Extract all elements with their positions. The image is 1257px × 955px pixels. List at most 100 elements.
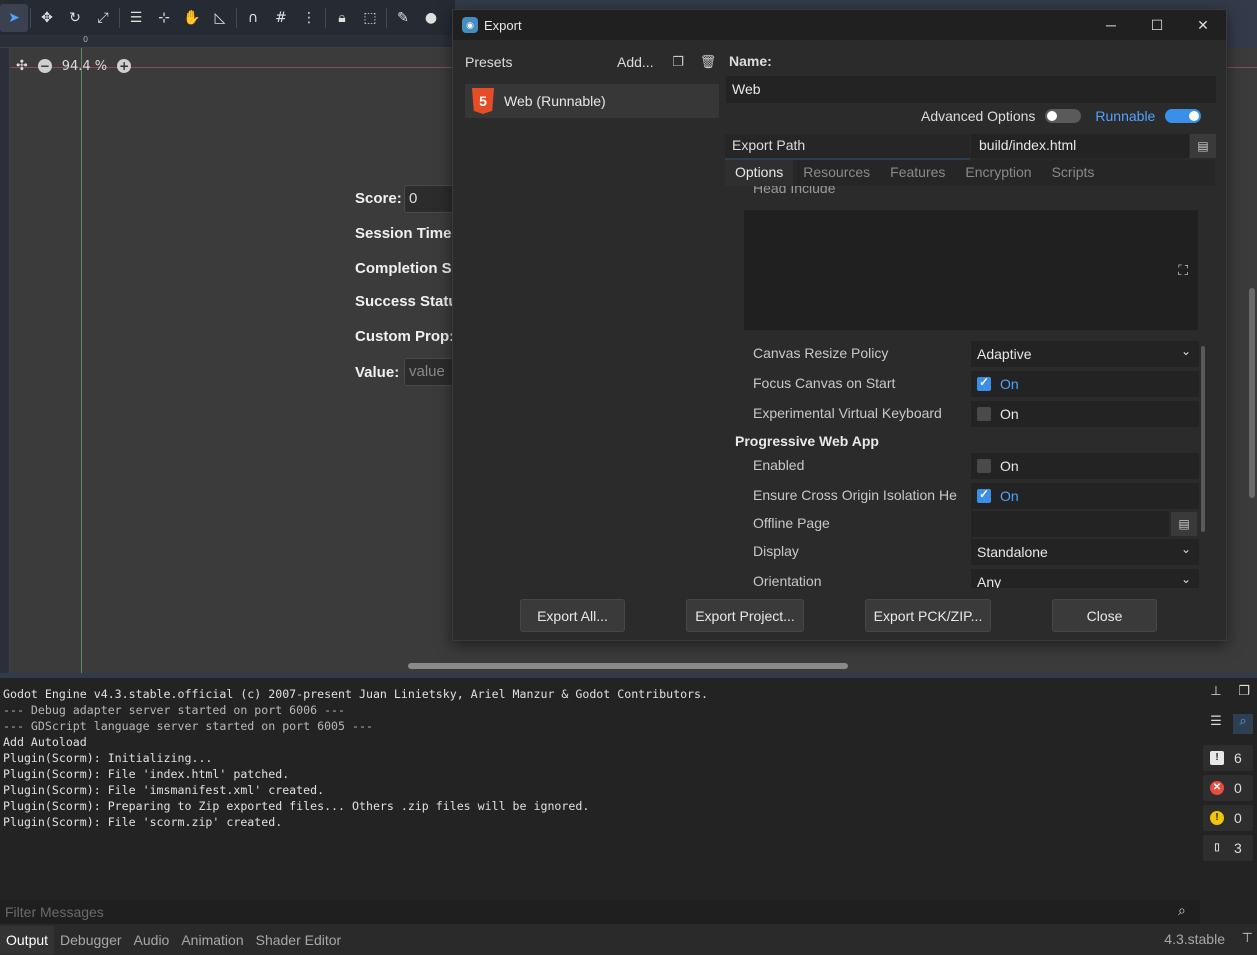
duplicate-icon[interactable]: ❐ <box>669 55 687 73</box>
close-window-button[interactable]: ✕ <box>1180 10 1226 40</box>
pwa-enabled-checkbox[interactable]: On <box>971 453 1199 479</box>
offline-page-input[interactable] <box>971 511 1169 537</box>
folder-icon[interactable]: ▤ <box>1171 512 1197 536</box>
copy-icon[interactable]: ❐ <box>1234 684 1254 704</box>
search-icon[interactable]: ⌕ <box>1178 903 1243 919</box>
collapse-icon[interactable]: ☰ <box>1206 714 1226 734</box>
advanced-options-label: Advanced Options <box>921 108 1036 124</box>
toolbar-separator <box>325 7 326 28</box>
orientation-label: Orientation <box>753 573 822 588</box>
tab-features[interactable]: Features <box>880 160 955 186</box>
move-icon[interactable]: ✥ <box>33 4 61 32</box>
virtual-keyboard-checkbox[interactable]: On <box>971 401 1199 427</box>
maximize-button[interactable]: ☐ <box>1134 10 1180 40</box>
expand-icon[interactable]: ⛶ <box>1178 262 1188 279</box>
close-button[interactable]: Close <box>1052 599 1157 632</box>
output-log[interactable]: Godot Engine v4.3.stable.official (c) 20… <box>3 686 708 830</box>
vertical-ruler[interactable] <box>0 48 10 673</box>
export-path-input[interactable]: build/index.html <box>971 134 1189 158</box>
dialog-title: Export <box>484 17 522 33</box>
name-input[interactable]: Web <box>726 76 1216 103</box>
tab-animation[interactable]: Animation <box>175 926 249 954</box>
canvas-resize-policy-select[interactable]: Adaptive ⌄ <box>971 341 1199 367</box>
viewport-vertical-scrollbar[interactable] <box>1249 288 1255 498</box>
minimize-button[interactable]: ─ <box>1088 10 1134 40</box>
ruler-icon[interactable]: ◺ <box>206 4 234 32</box>
warnings-count: 0 <box>1234 810 1242 826</box>
checkbox-checked-icon <box>977 487 991 503</box>
export-all-button[interactable]: Export All... <box>520 599 625 632</box>
runnable-toggle[interactable] <box>1165 109 1202 123</box>
canvas-resize-policy-value: Adaptive <box>977 346 1032 362</box>
editor-messages-filter[interactable]: ▯ 3 <box>1203 835 1253 861</box>
presets-heading: Presets <box>465 54 513 70</box>
lock-icon[interactable]: 🔒︎ <box>328 4 356 32</box>
success-status-label: Success Statu <box>355 293 458 310</box>
chevron-down-icon: ⌄ <box>1180 542 1191 556</box>
smart-snap-icon[interactable]: ∩ <box>239 4 267 32</box>
horizontal-ruler[interactable]: 0 <box>0 35 455 48</box>
pwa-enabled-row: Enabled On <box>725 452 1203 480</box>
y-axis-line <box>81 48 82 673</box>
display-select[interactable]: Standalone ⌄ <box>971 539 1199 565</box>
tab-audio[interactable]: Audio <box>128 926 176 954</box>
zoom-out-icon[interactable]: − <box>37 59 52 73</box>
pwa-section-heading[interactable]: Progressive Web App <box>735 433 879 449</box>
filter-messages-input[interactable]: Filter Messages <box>0 900 1200 924</box>
log-line: Add Autoload <box>3 735 87 749</box>
group-icon[interactable]: ⬚ <box>356 4 384 32</box>
error-icon: ✕ <box>1210 781 1224 795</box>
select-icon[interactable]: ➤ <box>0 3 28 32</box>
cross-origin-checkbox[interactable]: On <box>971 483 1199 509</box>
tab-resources[interactable]: Resources <box>793 160 880 186</box>
version-label[interactable]: 4.3.stable <box>1164 931 1225 947</box>
tab-shader-editor[interactable]: Shader Editor <box>250 926 348 954</box>
export-path-label: Export Path <box>725 134 970 160</box>
options-scrollbar[interactable] <box>1201 346 1205 532</box>
toolbar-separator <box>236 7 237 28</box>
focus-canvas-checkbox[interactable]: On <box>971 371 1199 397</box>
tab-scripts[interactable]: Scripts <box>1042 160 1105 186</box>
zoom-in-icon[interactable]: + <box>117 59 132 73</box>
head-include-editor[interactable]: ⛶ <box>744 210 1198 330</box>
dialog-titlebar[interactable]: ◉ Export ─ ☐ ✕ <box>453 10 1226 40</box>
display-label: Display <box>753 543 799 559</box>
preset-item-web[interactable]: 5 Web (Runnable) <box>465 84 719 118</box>
tab-options[interactable]: Options <box>725 160 794 186</box>
warnings-filter[interactable]: ! 0 <box>1203 805 1253 831</box>
bone-icon[interactable]: ✎ <box>389 4 417 32</box>
folder-icon[interactable]: ▤ <box>1190 134 1216 158</box>
center-view-icon[interactable]: ✣ <box>16 58 28 74</box>
camera-icon[interactable]: ● <box>417 4 445 32</box>
pin-icon[interactable]: ⊤ <box>1242 930 1253 946</box>
pan-icon[interactable]: ✋ <box>178 4 206 32</box>
advanced-options-toggle[interactable] <box>1045 109 1082 123</box>
zoom-level[interactable]: 94.4 % <box>62 59 107 74</box>
options-toggles: Advanced Options Runnable <box>921 108 1202 124</box>
viewport-horizontal-scrollbar[interactable] <box>408 663 848 669</box>
tab-debugger[interactable]: Debugger <box>54 926 128 954</box>
scale-icon[interactable]: ⤢ <box>89 4 117 32</box>
toolbar-separator <box>386 7 387 28</box>
clear-icon[interactable]: ⊥ <box>1206 684 1226 704</box>
export-pck-zip-button[interactable]: Export PCK/ZIP... <box>865 599 991 632</box>
search-icon[interactable]: ⌕ <box>1233 714 1253 734</box>
virtual-keyboard-label: Experimental Virtual Keyboard <box>753 405 942 421</box>
add-preset-button[interactable]: Add... <box>617 54 654 70</box>
log-line: Plugin(Scorm): Preparing to Zip exported… <box>3 799 590 813</box>
orientation-select[interactable]: Any ⌄ <box>971 569 1199 588</box>
virtual-keyboard-value: On <box>1000 406 1019 422</box>
grid-snap-icon[interactable]: # <box>267 4 295 32</box>
pivot-icon[interactable]: ⊹ <box>150 4 178 32</box>
more-icon[interactable]: ⋮ <box>295 4 323 32</box>
list-select-icon[interactable]: ☰ <box>122 4 150 32</box>
rotate-icon[interactable]: ↻ <box>61 4 89 32</box>
messages-filter[interactable]: ! 6 <box>1203 745 1253 771</box>
tab-output[interactable]: Output <box>0 925 55 954</box>
export-project-button[interactable]: Export Project... <box>686 599 804 632</box>
errors-filter[interactable]: ✕ 0 <box>1203 775 1253 801</box>
tab-encryption[interactable]: Encryption <box>955 160 1041 186</box>
offline-page-label: Offline Page <box>753 515 830 531</box>
trash-icon[interactable]: 🗑︎ <box>699 55 717 73</box>
pwa-enabled-label: Enabled <box>753 457 805 473</box>
